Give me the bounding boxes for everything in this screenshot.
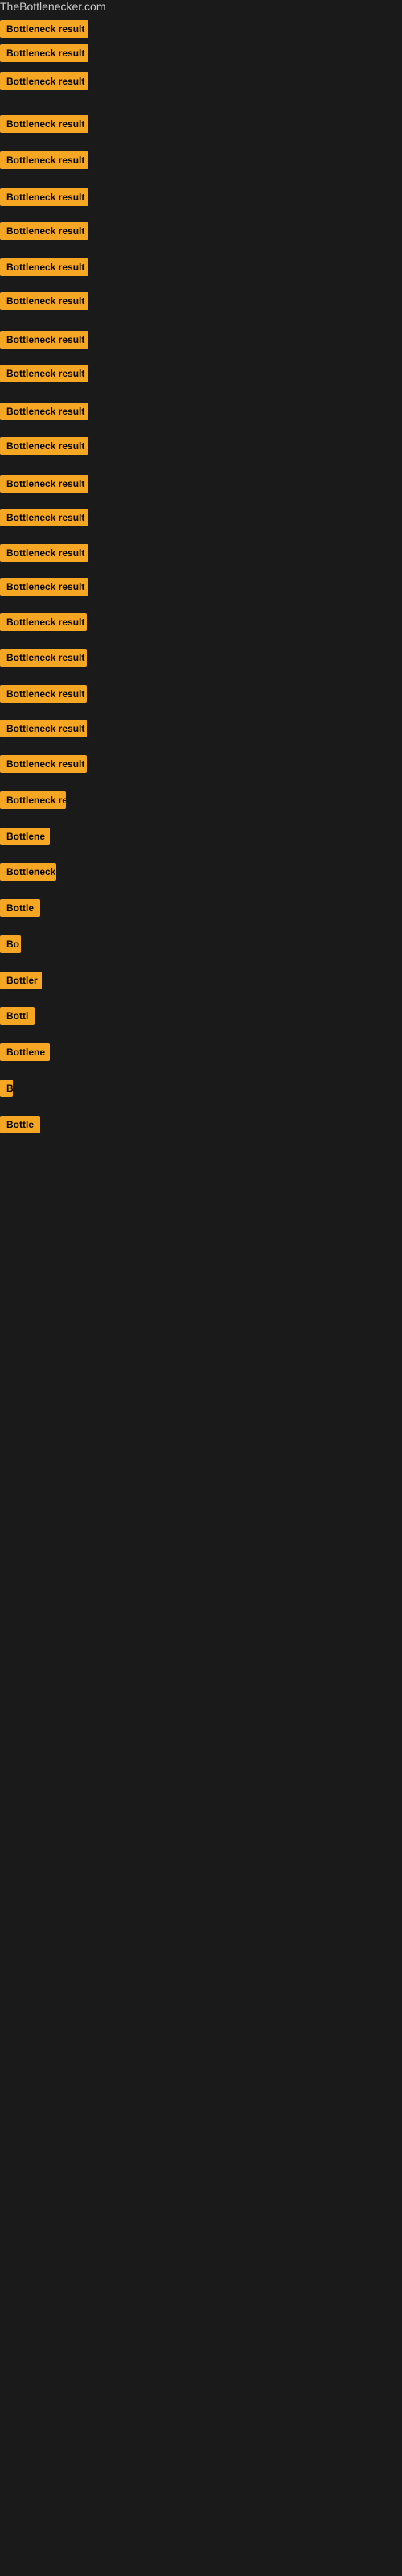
bottleneck-result-badge: Bottleneck result xyxy=(0,544,88,562)
bottleneck-result-badge: Bottleneck result xyxy=(0,20,88,38)
bottleneck-badge-container-14: Bottleneck result xyxy=(0,475,88,497)
bottleneck-badge-container-30: Bottlene xyxy=(0,1043,50,1065)
bottleneck-result-badge: Bo xyxy=(0,935,21,953)
bottleneck-badge-container-19: Bottleneck result xyxy=(0,649,87,671)
bottleneck-badge-container-31: B xyxy=(0,1080,13,1101)
bottleneck-badge-container-23: Bottleneck re xyxy=(0,791,66,813)
bottleneck-badge-container-7: Bottleneck result xyxy=(0,222,88,244)
bottleneck-result-badge: Bottle xyxy=(0,899,40,917)
bottleneck-result-badge: Bottleneck result xyxy=(0,331,88,349)
bottleneck-badge-container-16: Bottleneck result xyxy=(0,544,88,566)
bottleneck-badge-container-29: Bottl xyxy=(0,1007,35,1029)
bottleneck-result-badge: Bottleneck result xyxy=(0,222,88,240)
bottleneck-result-badge: Bottleneck result xyxy=(0,685,87,703)
bottleneck-badge-container-4: Bottleneck result xyxy=(0,115,88,137)
bottleneck-badge-container-22: Bottleneck result xyxy=(0,755,87,777)
bottleneck-result-badge: Bottleneck result xyxy=(0,292,88,310)
bottleneck-result-badge: Bottleneck xyxy=(0,863,56,881)
bottleneck-badge-container-20: Bottleneck result xyxy=(0,685,87,707)
bottleneck-result-badge: Bottleneck result xyxy=(0,475,88,493)
bottleneck-result-badge: Bottleneck result xyxy=(0,188,88,206)
bottleneck-result-badge: Bottlene xyxy=(0,1043,50,1061)
bottleneck-badge-container-3: Bottleneck result xyxy=(0,72,88,94)
bottleneck-result-badge: Bottleneck result xyxy=(0,720,87,737)
bottleneck-badge-container-8: Bottleneck result xyxy=(0,258,88,280)
bottleneck-result-badge: Bottleneck result xyxy=(0,44,88,62)
bottleneck-badge-container-32: Bottle xyxy=(0,1116,40,1137)
bottleneck-result-badge: Bottleneck result xyxy=(0,649,87,667)
bottleneck-badge-container-6: Bottleneck result xyxy=(0,188,88,210)
bottleneck-badge-container-2: Bottleneck result xyxy=(0,44,88,66)
bottleneck-badge-container-11: Bottleneck result xyxy=(0,365,88,386)
bottleneck-result-badge: Bottleneck result xyxy=(0,509,88,526)
bottleneck-result-badge: Bottleneck result xyxy=(0,402,88,420)
site-title: TheBottlenecker.com xyxy=(0,0,106,16)
bottleneck-badge-container-18: Bottleneck result xyxy=(0,613,87,635)
bottleneck-badge-container-10: Bottleneck result xyxy=(0,331,88,353)
bottleneck-badge-container-25: Bottleneck xyxy=(0,863,56,885)
bottleneck-result-badge: Bottleneck result xyxy=(0,613,87,631)
bottleneck-result-badge: Bottleneck result xyxy=(0,115,88,133)
bottleneck-badge-container-24: Bottlene xyxy=(0,828,50,849)
bottleneck-badge-container-12: Bottleneck result xyxy=(0,402,88,424)
bottleneck-result-badge: Bottleneck result xyxy=(0,437,88,455)
bottleneck-result-badge: Bottler xyxy=(0,972,42,989)
bottleneck-badge-container-27: Bo xyxy=(0,935,21,957)
bottleneck-badge-container-26: Bottle xyxy=(0,899,40,921)
bottleneck-result-badge: Bottleneck result xyxy=(0,755,87,773)
bottleneck-result-badge: Bottleneck result xyxy=(0,151,88,169)
bottleneck-result-badge: Bottle xyxy=(0,1116,40,1133)
bottleneck-badge-container-5: Bottleneck result xyxy=(0,151,88,173)
bottleneck-result-badge: Bottl xyxy=(0,1007,35,1025)
bottleneck-result-badge: B xyxy=(0,1080,13,1097)
bottleneck-result-badge: Bottlene xyxy=(0,828,50,845)
bottleneck-result-badge: Bottleneck result xyxy=(0,258,88,276)
bottleneck-result-badge: Bottleneck result xyxy=(0,578,88,596)
bottleneck-badge-container-13: Bottleneck result xyxy=(0,437,88,459)
bottleneck-result-badge: Bottleneck result xyxy=(0,365,88,382)
bottleneck-badge-container-21: Bottleneck result xyxy=(0,720,87,741)
bottleneck-badge-container-15: Bottleneck result xyxy=(0,509,88,530)
bottleneck-badge-container-28: Bottler xyxy=(0,972,42,993)
bottleneck-badge-container-17: Bottleneck result xyxy=(0,578,88,600)
bottleneck-result-badge: Bottleneck result xyxy=(0,72,88,90)
bottleneck-result-badge: Bottleneck re xyxy=(0,791,66,809)
bottleneck-badge-container-9: Bottleneck result xyxy=(0,292,88,314)
bottleneck-badge-container-1: Bottleneck result xyxy=(0,20,88,42)
